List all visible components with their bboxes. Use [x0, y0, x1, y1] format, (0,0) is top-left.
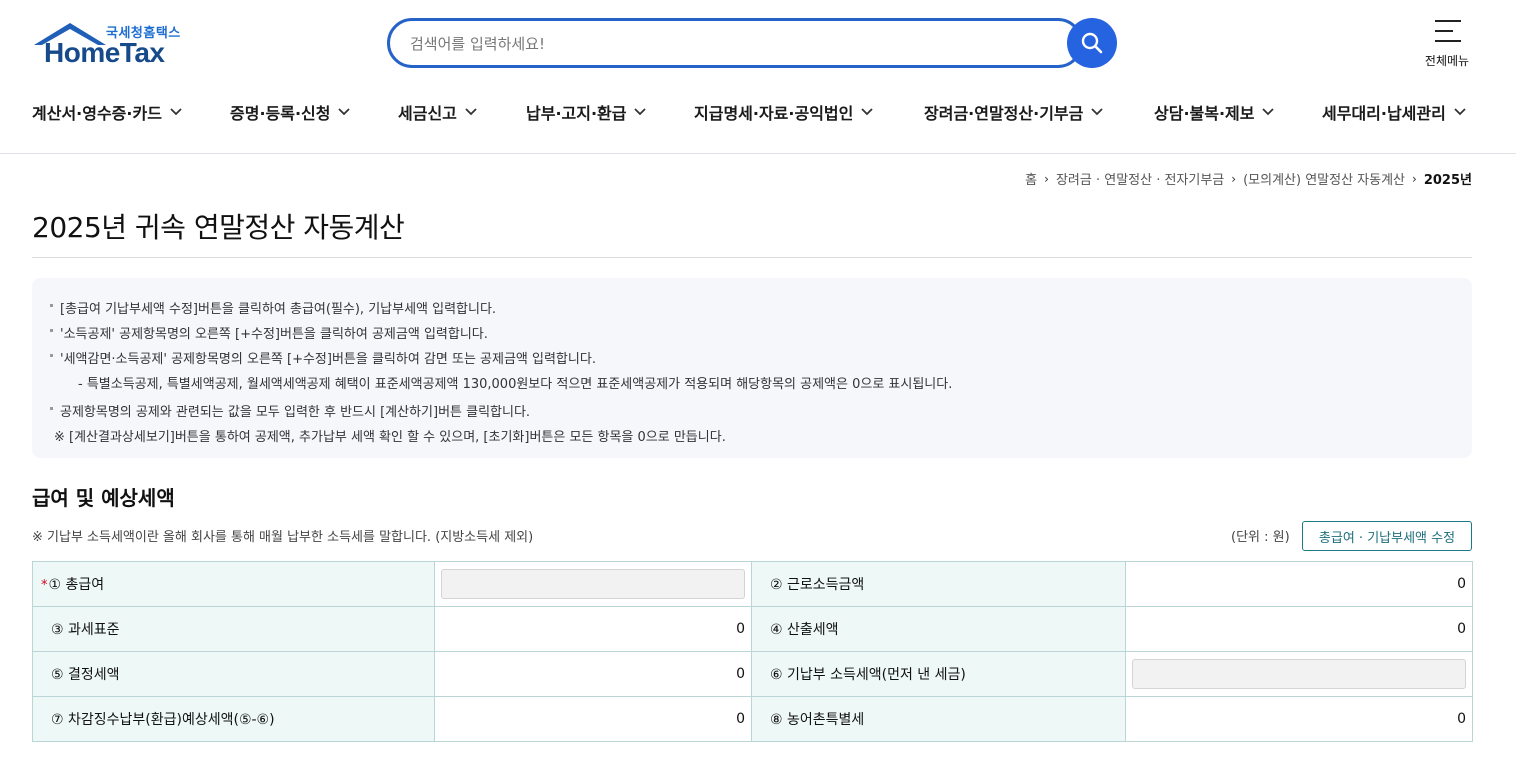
guide-item: '소득공제' 공제항목명의 오른쪽 [+수정]버튼을 클릭하여 공제금액 입력합…: [50, 323, 488, 342]
search-box: [387, 18, 1083, 68]
prepaid-tax-label: ⑥ 기납부 소득세액(먼저 낸 세금): [751, 651, 1126, 697]
table-row: ③ 과세표준 0 ④ 산출세액 0: [32, 606, 1473, 652]
unit-label: (단위 : 원): [1231, 530, 1290, 545]
gnb-label: 장려금·연말정산·기부금: [924, 104, 1084, 123]
gnb-label: 세무대리·납세관리: [1322, 104, 1446, 123]
breadcrumb-current: 2025년: [1423, 173, 1472, 188]
chevron-down-icon: [1454, 108, 1466, 116]
guide-item: [총급여 기납부세액 수정]버튼을 클릭하여 총급여(필수), 기납부세액 입력…: [50, 298, 496, 317]
salary-tax-table: *① 총급여 ② 근로소득금액 0 ③ 과세표준 0 ④ 산출세액 0 ⑤ 결정…: [32, 561, 1473, 742]
guide-subitem: - 특별소득공제, 특별세액공제, 월세액세액공제 혜택이 표준세액공제액 13…: [78, 377, 953, 392]
gnb-item-tax-return[interactable]: 세금신고: [398, 100, 477, 124]
calculated-tax-label: ④ 산출세액: [751, 606, 1126, 652]
guide-item: '세액감면·소득공제' 공제항목명의 오른쪽 [+수정]버튼을 클릭하여 감면 …: [50, 348, 596, 367]
chevron-down-icon: [170, 108, 182, 116]
gnb-label: 계산서·영수증·카드: [32, 104, 162, 123]
full-menu-label: 전체메뉴: [1424, 54, 1470, 68]
logo-wordmark: HomeTax: [44, 37, 165, 68]
hometax-logo[interactable]: 국세청홈택스 HomeTax: [32, 18, 192, 70]
search-input[interactable]: [410, 32, 1010, 56]
gnb-item-invoice[interactable]: 계산서·영수증·카드: [32, 100, 182, 124]
table-row: *① 총급여 ② 근로소득금액 0: [32, 561, 1473, 607]
search-button[interactable]: [1067, 18, 1117, 68]
gnb-item-agent[interactable]: 세무대리·납세관리: [1322, 100, 1466, 124]
global-nav: 계산서·영수증·카드 증명·등록·신청 세금신고 납부·고지·환급 지급명세·자…: [0, 96, 1516, 130]
section-note: ※ 기납부 소득세액이란 올해 회사를 통해 매월 납부한 소득세를 말합니다.…: [32, 530, 534, 545]
gnb-item-certificate[interactable]: 증명·등록·신청: [230, 100, 351, 124]
guide-note: ※ [계산결과상세보기]버튼을 통하여 공제액, 추가납부 세액 확인 할 수 …: [54, 430, 726, 445]
chevron-down-icon: [861, 108, 873, 116]
page-title: 2025년 귀속 연말정산 자동계산: [32, 211, 405, 244]
chevron-down-icon: [465, 108, 477, 116]
chevron-right-icon: ›: [1412, 171, 1417, 186]
prepaid-tax-input[interactable]: [1132, 659, 1466, 689]
gnb-item-consult[interactable]: 상담·불복·제보: [1154, 100, 1275, 124]
tax-base-label: ③ 과세표준: [32, 606, 435, 652]
expected-tax-value: 0: [434, 696, 752, 742]
site-header: 국세청홈택스 HomeTax 전체메뉴 계산서·영수증·카드 증명·등록·신청 …: [0, 0, 1516, 154]
chevron-right-icon: ›: [1231, 171, 1237, 186]
chevron-down-icon: [1262, 108, 1275, 116]
breadcrumb-level2[interactable]: (모의계산) 연말정산 자동계산: [1243, 169, 1405, 188]
section-title: 급여 및 예상세액: [32, 486, 175, 510]
gnb-label: 세금신고: [398, 104, 457, 123]
hamburger-icon: [1435, 20, 1461, 42]
chevron-right-icon: ›: [1044, 171, 1049, 186]
tax-base-value: 0: [434, 606, 752, 652]
gnb-label: 상담·불복·제보: [1154, 104, 1255, 123]
table-row: ⑦ 차감징수납부(환급)예상세액(⑤-⑥) 0 ⑧ 농어촌특별세 0: [32, 696, 1473, 742]
gnb-label: 지급명세·자료·공익법인: [694, 104, 854, 123]
breadcrumb-level1[interactable]: 장려금 · 연말정산 · 전자기부금: [1056, 169, 1224, 188]
chevron-down-icon: [634, 108, 647, 116]
rural-special-tax-value: 0: [1125, 696, 1473, 742]
expected-tax-label: ⑦ 차감징수납부(환급)예상세액(⑤-⑥): [32, 696, 435, 742]
table-row: ⑤ 결정세액 0 ⑥ 기납부 소득세액(먼저 낸 세금): [32, 651, 1473, 697]
calculated-tax-value: 0: [1125, 606, 1473, 652]
gnb-item-payment[interactable]: 납부·고지·환급: [526, 100, 647, 124]
total-salary-input[interactable]: [441, 569, 745, 599]
earned-income-label: ② 근로소득금액: [751, 561, 1126, 607]
determined-tax-label: ⑤ 결정세액: [32, 651, 435, 697]
guide-item: 공제항목명의 공제와 관련되는 값을 모두 입력한 후 반드시 [계산하기]버튼…: [50, 401, 530, 420]
total-salary-label: *① 총급여: [32, 561, 435, 607]
earned-income-value: 0: [1125, 561, 1473, 607]
breadcrumb: 홈 › 장려금 · 연말정산 · 전자기부금 › (모의계산) 연말정산 자동계…: [1025, 169, 1472, 189]
total-salary-cell: [434, 561, 752, 607]
gnb-label: 납부·고지·환급: [526, 104, 627, 123]
gnb-item-year-end[interactable]: 장려금·연말정산·기부금: [924, 100, 1103, 124]
rural-special-tax-label: ⑧ 농어촌특별세: [751, 696, 1126, 742]
prepaid-tax-cell: [1125, 651, 1473, 697]
search-icon: [1081, 32, 1103, 54]
full-menu-button[interactable]: 전체메뉴: [1418, 18, 1476, 70]
chevron-down-icon: [1091, 108, 1103, 116]
determined-tax-value: 0: [434, 651, 752, 697]
edit-salary-tax-button[interactable]: 총급여 · 기납부세액 수정: [1302, 521, 1472, 551]
gnb-label: 증명·등록·신청: [230, 104, 331, 123]
required-mark: *: [41, 578, 48, 593]
title-divider: [32, 257, 1472, 258]
gnb-item-payment-statement[interactable]: 지급명세·자료·공익법인: [694, 100, 873, 124]
cell-label: ① 총급여: [48, 577, 105, 593]
chevron-down-icon: [338, 108, 351, 116]
breadcrumb-home[interactable]: 홈: [1025, 169, 1037, 188]
guide-box: [총급여 기납부세액 수정]버튼을 클릭하여 총급여(필수), 기납부세액 입력…: [32, 278, 1472, 458]
